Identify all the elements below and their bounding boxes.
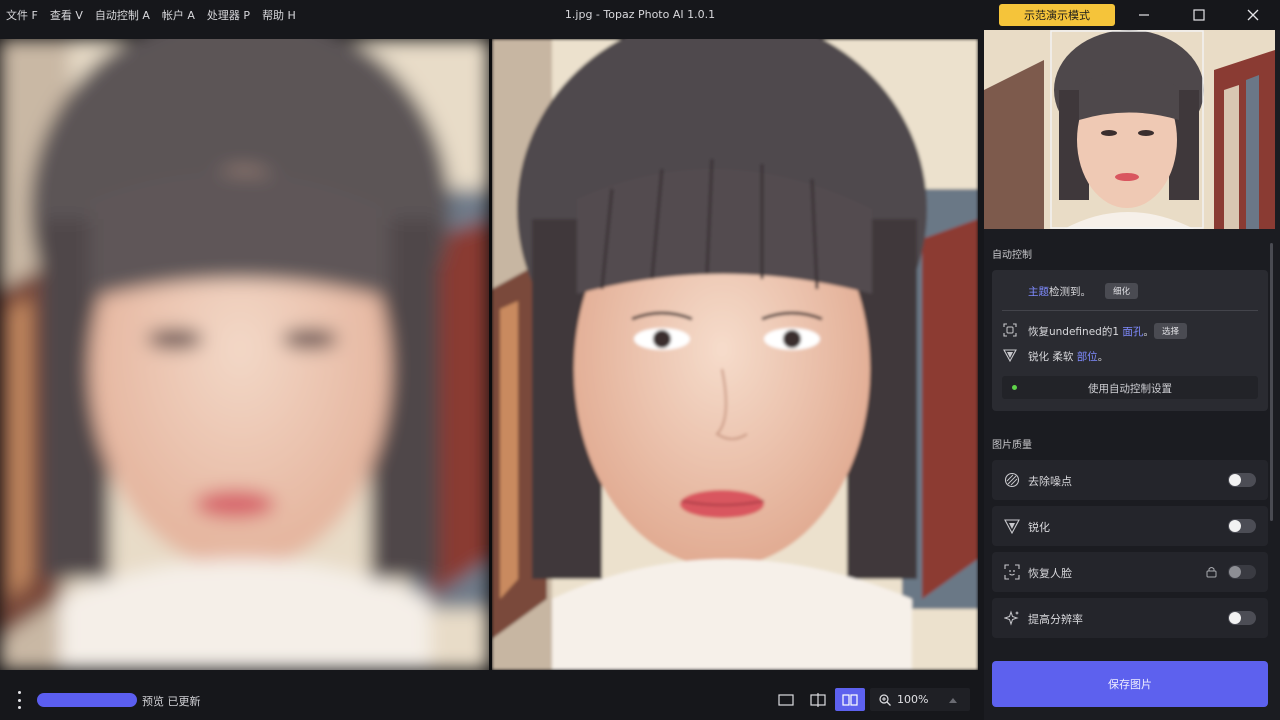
enhanced-portrait-image (492, 39, 978, 670)
zoom-dropdown-icon[interactable] (948, 696, 958, 704)
sharpen-icon (1003, 349, 1017, 362)
split-view-icon (810, 692, 826, 707)
original-image-pane[interactable] (0, 39, 489, 670)
auto-control-title: 自动控制 (992, 250, 1032, 261)
face-recovery-label: 恢复人脸 (1028, 567, 1072, 580)
single-view-icon (778, 693, 794, 706)
card-divider (1002, 310, 1258, 311)
sharpen-icon (1004, 519, 1020, 534)
use-auto-control-button[interactable]: 使用自动控制设置 (1002, 376, 1258, 399)
refine-subject-button[interactable]: 细化 (1105, 283, 1139, 299)
lock-icon (1206, 567, 1217, 578)
close-icon (1247, 9, 1259, 21)
minimize-button[interactable] (1117, 0, 1171, 30)
upscale-label: 提高分辨率 (1028, 613, 1083, 626)
demo-mode-button[interactable]: 示范演示模式 (999, 4, 1115, 26)
denoise-label: 去除噪点 (1028, 475, 1072, 488)
face-recovery-card[interactable]: 恢复人脸 (992, 552, 1268, 592)
save-image-button[interactable]: 保存图片 (992, 661, 1268, 707)
dot-icon (17, 706, 21, 709)
maximize-button[interactable] (1172, 0, 1226, 30)
upscale-toggle[interactable] (1228, 611, 1256, 625)
zoom-icon (879, 693, 891, 706)
sharpen-toggle[interactable] (1228, 519, 1256, 533)
minimize-icon (1139, 14, 1149, 16)
menu-help[interactable]: 帮助 H (262, 7, 296, 23)
menu-account[interactable]: 帐户 A (162, 7, 195, 23)
subject-link[interactable]: 主题 (1028, 286, 1049, 298)
sharpen-card[interactable]: 锐化 (992, 506, 1268, 546)
image-viewer[interactable] (0, 39, 978, 670)
face-recovery-prefix: 恢复undefined的1 (1028, 326, 1123, 338)
denoise-icon (1004, 472, 1020, 488)
navigator-thumbnail[interactable] (984, 30, 1275, 229)
subject-detected-text: 主题检测到。 (1028, 284, 1091, 299)
face-recovery-toggle[interactable] (1228, 565, 1256, 579)
preview-status: 预览 已更新 (142, 695, 201, 708)
image-quality-title: 图片质量 (992, 440, 1032, 451)
maximize-icon (1193, 9, 1205, 21)
sharpen-soft-text: 锐化 柔软 部位。 (1028, 349, 1108, 364)
menu-bar: 文件 F 查看 V 自动控制 A 帐户 A 处理器 P 帮助 H (0, 7, 308, 23)
select-faces-button[interactable]: 选择 (1154, 323, 1188, 339)
sidebar-scrollbar[interactable] (1270, 243, 1273, 521)
face-recovery-icon (1004, 564, 1020, 580)
single-view-button[interactable] (771, 688, 801, 711)
use-auto-control-label: 使用自动控制设置 (1088, 383, 1172, 395)
split-view-button[interactable] (803, 688, 833, 711)
menu-processor[interactable]: 处理器 P (207, 7, 250, 23)
enhanced-image-pane[interactable] (492, 39, 978, 670)
upscale-card[interactable]: 提高分辨率 (992, 598, 1268, 638)
dot-icon (17, 691, 21, 694)
face-recovery-icon (1003, 323, 1017, 337)
sharpen-suffix: 。 (1097, 351, 1109, 363)
zoom-value: 100% (897, 693, 929, 706)
upscale-icon (1004, 610, 1019, 626)
menu-file[interactable]: 文件 F (6, 7, 38, 23)
side-by-side-view-button[interactable] (835, 688, 865, 711)
thumbnail-image (984, 30, 1275, 229)
face-recovery-suffix: 。 (1143, 326, 1154, 338)
sharpen-prefix: 锐化 柔软 (1028, 351, 1077, 363)
menu-autopilot[interactable]: 自动控制 A (95, 7, 150, 23)
denoise-toggle[interactable] (1228, 473, 1256, 487)
subject-detected-rest: 检测到。 (1049, 286, 1091, 298)
side-by-side-icon (842, 693, 858, 706)
original-portrait-image (0, 39, 489, 670)
sharpen-label: 锐化 (1028, 521, 1050, 534)
more-options-button[interactable] (12, 691, 26, 709)
dot-icon (17, 698, 21, 702)
denoise-card[interactable]: 去除噪点 (992, 460, 1268, 500)
menu-view[interactable]: 查看 V (50, 7, 83, 23)
zoom-control[interactable]: 100% (870, 688, 970, 711)
parts-link[interactable]: 部位 (1077, 351, 1098, 363)
preview-progress-bar (37, 693, 137, 707)
face-recovery-text: 恢复undefined的1 面孔。 (1028, 324, 1154, 339)
close-button[interactable] (1226, 0, 1280, 30)
faces-link[interactable]: 面孔 (1122, 326, 1143, 338)
